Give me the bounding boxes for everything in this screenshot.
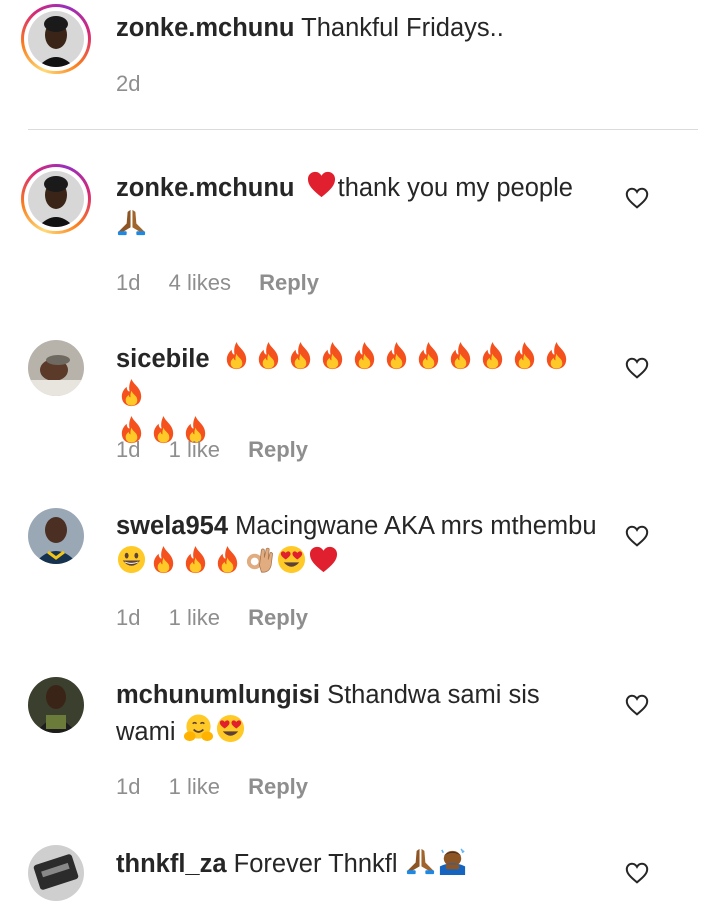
avatar[interactable] <box>28 845 84 901</box>
comment-meta: 1d 4 likes Reply <box>116 270 341 296</box>
post-caption: zonke.mchunu Thankful Fridays.. 2d <box>0 0 720 130</box>
comment-time: 1d <box>116 774 141 799</box>
ok-hand-emoji <box>244 544 275 575</box>
like-heart-icon[interactable] <box>625 862 649 884</box>
comment-username[interactable]: zonke.mchunu <box>116 174 295 202</box>
fire-emoji <box>253 340 284 371</box>
like-heart-icon[interactable] <box>625 187 649 209</box>
comment-time: 1d <box>116 270 141 295</box>
comment-time: 1d <box>116 437 141 462</box>
comment-likes[interactable]: 1 like <box>169 774 220 799</box>
fire-emoji <box>349 340 380 371</box>
caption-body: Thankful Fridays.. <box>301 14 504 42</box>
fire-emoji <box>148 544 179 575</box>
comment-meta: 1d 1 like Reply <box>116 437 330 463</box>
comment-text: zonke.mchunu thank you my people <box>116 169 598 243</box>
fire-emoji <box>180 544 211 575</box>
fire-emoji <box>221 340 252 371</box>
comment-meta: 1d 1 like Reply <box>116 774 330 800</box>
folded-hands-emoji <box>405 845 436 876</box>
comment-username[interactable]: mchunumlungisi <box>116 681 320 709</box>
heart-eyes-emoji <box>215 713 246 744</box>
grinning-face-emoji <box>116 544 147 575</box>
fire-emoji <box>317 340 348 371</box>
comment-username[interactable]: thnkfl_za <box>116 850 227 878</box>
comment-username[interactable]: swela954 <box>116 512 228 540</box>
comment-text: sicebile <box>116 340 598 451</box>
reply-button[interactable]: Reply <box>248 437 308 462</box>
comment-meta: 1d 1 like Reply <box>116 605 330 631</box>
comment-body: thank you my people <box>337 174 573 202</box>
like-heart-icon[interactable] <box>625 694 649 716</box>
fire-emoji <box>445 340 476 371</box>
comment-text: swela954 Macingwane AKA mrs mthembu <box>116 508 598 581</box>
comment-text: mchunumlungisi Sthandwa sami sis wami <box>116 677 598 750</box>
avatar[interactable] <box>21 4 91 74</box>
divider <box>28 129 698 130</box>
comment-likes[interactable]: 4 likes <box>169 270 231 295</box>
fire-emoji <box>413 340 444 371</box>
avatar[interactable] <box>28 677 84 733</box>
avatar[interactable] <box>21 164 91 234</box>
caption-time: 2d <box>116 71 141 96</box>
avatar[interactable] <box>28 508 84 564</box>
red-heart-emoji <box>306 169 337 200</box>
folded-hands-emoji <box>116 206 147 237</box>
reply-button[interactable]: Reply <box>248 774 308 799</box>
fire-emoji <box>116 377 147 408</box>
comment-username[interactable]: sicebile <box>116 345 210 373</box>
comment-likes[interactable]: 1 like <box>169 605 220 630</box>
like-heart-icon[interactable] <box>625 525 649 547</box>
caption-username[interactable]: zonke.mchunu <box>116 14 295 42</box>
fire-emoji <box>285 340 316 371</box>
red-heart-emoji <box>308 544 339 575</box>
fire-emoji <box>509 340 540 371</box>
fire-emoji <box>541 340 572 371</box>
reply-button[interactable]: Reply <box>248 605 308 630</box>
reply-button[interactable]: Reply <box>259 270 319 295</box>
caption-text: zonke.mchunu Thankful Fridays.. <box>116 10 598 46</box>
person-bowing-emoji <box>437 845 468 876</box>
heart-eyes-emoji <box>276 544 307 575</box>
comment-time: 1d <box>116 605 141 630</box>
like-heart-icon[interactable] <box>625 357 649 379</box>
caption-meta: 2d <box>116 71 162 97</box>
avatar[interactable] <box>28 340 84 396</box>
comment-body: Forever Thnkfl <box>233 850 398 878</box>
fire-emoji <box>477 340 508 371</box>
avatar-photo <box>28 171 84 227</box>
comment-body: Macingwane AKA mrs mthembu <box>235 512 597 540</box>
fire-emoji <box>212 544 243 575</box>
hugging-face-emoji <box>183 713 214 744</box>
comment-likes[interactable]: 1 like <box>169 437 220 462</box>
avatar-photo <box>28 11 84 67</box>
comment-text: thnkfl_za Forever Thnkfl <box>116 845 598 882</box>
fire-emoji <box>381 340 412 371</box>
